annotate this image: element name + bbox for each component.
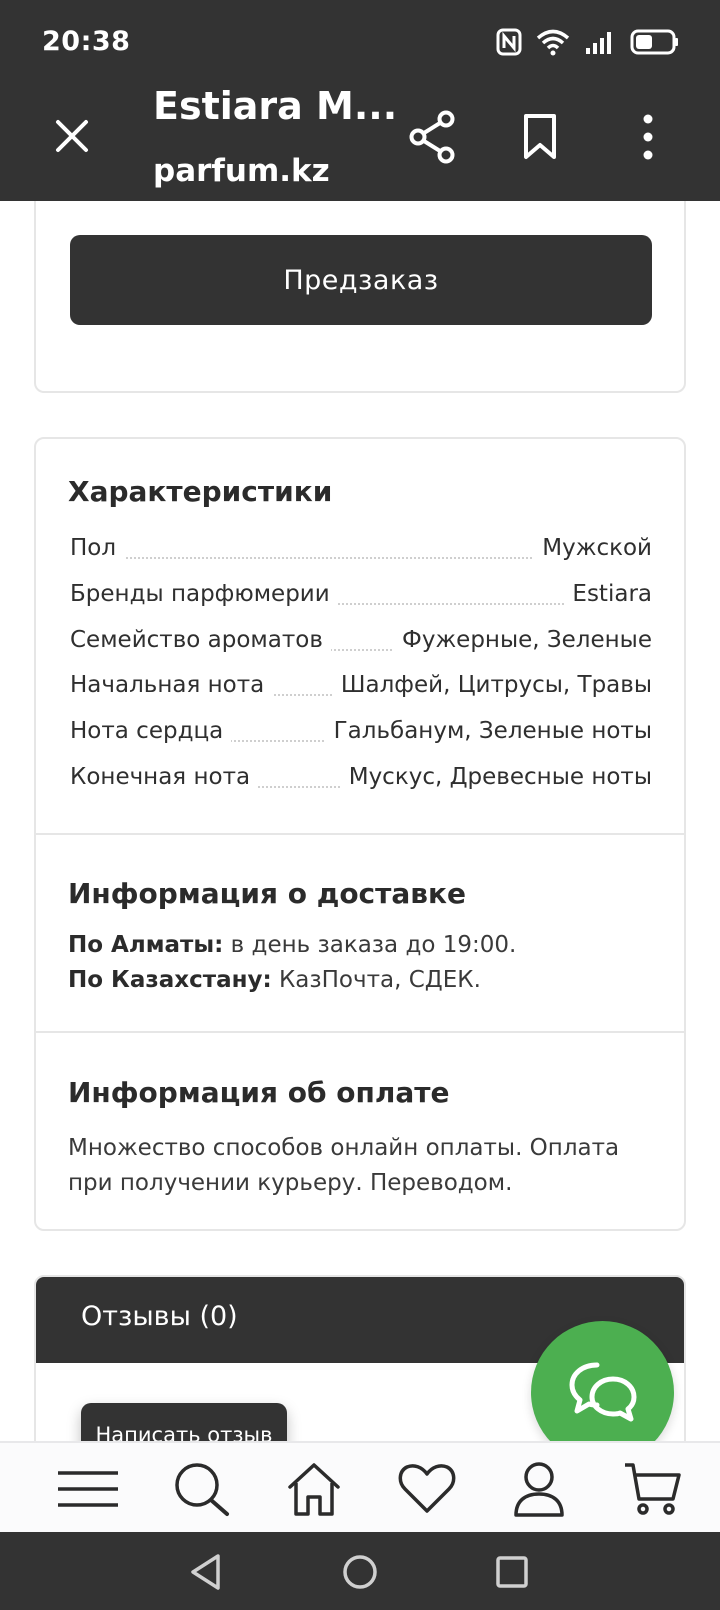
characteristic-row: Семейство ароматов Фужерные, Зеленые [70,627,652,661]
heart-icon [398,1464,456,1513]
back-triangle-icon [191,1554,220,1590]
nav-menu[interactable] [56,1461,120,1517]
characteristic-row: Пол Мужской [70,535,652,569]
more-options-button[interactable] [630,112,666,162]
nav-favorites[interactable] [395,1461,459,1517]
home-circle-icon [343,1555,377,1589]
nfc-icon [496,28,522,56]
nav-home[interactable] [282,1461,346,1517]
recents-square-icon [496,1556,528,1588]
characteristic-label: Семейство ароматов [70,627,331,653]
characteristic-value: Estiara [564,581,652,607]
system-recents-button[interactable] [490,1550,534,1594]
more-vertical-icon [643,114,653,160]
system-home-button[interactable] [338,1550,382,1594]
delivery-almaty-label: По Алматы: [68,932,224,958]
bottom-navigation [0,1441,720,1532]
share-button[interactable] [407,110,457,164]
characteristic-value: Фужерные, Зеленые [394,627,652,653]
user-icon [514,1462,564,1517]
product-actions-card: Предзаказ [34,201,686,393]
wifi-icon [536,28,570,56]
page-content: Предзаказ Характеристики Пол Мужской Бре… [0,201,720,1441]
characteristic-value: Мужской [534,535,652,561]
share-icon [409,110,455,164]
payment-text: Множество способов онлайн оплаты. Оплата… [68,1135,620,1196]
section-divider [36,1031,684,1033]
preorder-button[interactable]: Предзаказ [70,235,652,325]
nav-profile[interactable] [507,1461,571,1517]
tab-title: Estiara M... [153,84,398,128]
status-time: 20:38 [42,26,131,57]
delivery-kazakhstan: По Казахстану: КазПочта, СДЕК. [68,967,481,993]
characteristic-label: Пол [70,535,125,561]
product-info-card: Характеристики Пол Мужской Бренды парфюм… [34,437,686,1231]
home-icon [288,1463,340,1516]
system-back-button[interactable] [184,1550,228,1594]
characteristic-row: Бренды парфюмерии Estiara [70,581,652,615]
chat-bubbles-icon [569,1362,636,1421]
characteristic-value: Шалфей, Цитрусы, Травы [332,672,652,698]
menu-icon [58,1471,118,1507]
characteristic-row: Нота сердца Гальбанум, Зеленые ноты [70,718,652,752]
status-icons [496,26,680,58]
nav-search[interactable] [170,1461,234,1517]
battery-icon [630,28,680,56]
characteristic-value: Мускус, Древесные ноты [340,764,652,790]
characteristic-label: Бренды парфюмерии [70,581,338,607]
system-navigation-bar [0,1532,720,1610]
signal-icon [584,28,616,56]
delivery-kazakhstan-label: По Казахстану: [68,967,272,993]
delivery-kazakhstan-text: КазПочта, СДЕК. [271,967,481,993]
characteristic-label: Конечная нота [70,764,259,790]
tab-url: parfum.kz [153,153,330,189]
section-divider [36,833,684,835]
delivery-almaty: По Алматы: в день заказа до 19:00. [68,932,516,958]
characteristic-row: Конечная нота Мускус, Древесные ноты [70,764,652,798]
nav-cart[interactable] [620,1461,684,1517]
characteristic-label: Начальная нота [70,672,273,698]
close-icon [56,120,88,152]
characteristic-value: Гальбанум, Зеленые ноты [325,718,652,744]
characteristic-label: Нота сердца [70,718,232,744]
cart-icon [625,1463,681,1515]
characteristic-row: Начальная нота Шалфей, Цитрусы, Травы [70,672,652,706]
write-review-button[interactable]: Написать отзыв [81,1403,287,1441]
search-icon [175,1463,229,1516]
payment-title: Информация об оплате [68,1076,450,1109]
reviews-title: Отзывы (0) [81,1301,238,1332]
delivery-almaty-text: в день заказа до 19:00. [223,932,517,958]
bookmark-button[interactable] [520,113,560,161]
characteristics-title: Характеристики [68,475,333,508]
delivery-title: Информация о доставке [68,877,466,910]
bookmark-icon [524,114,556,159]
close-tab-button[interactable] [48,112,96,160]
top-app-bar: 20:38 Estiara M... parfum.kz [0,0,720,201]
